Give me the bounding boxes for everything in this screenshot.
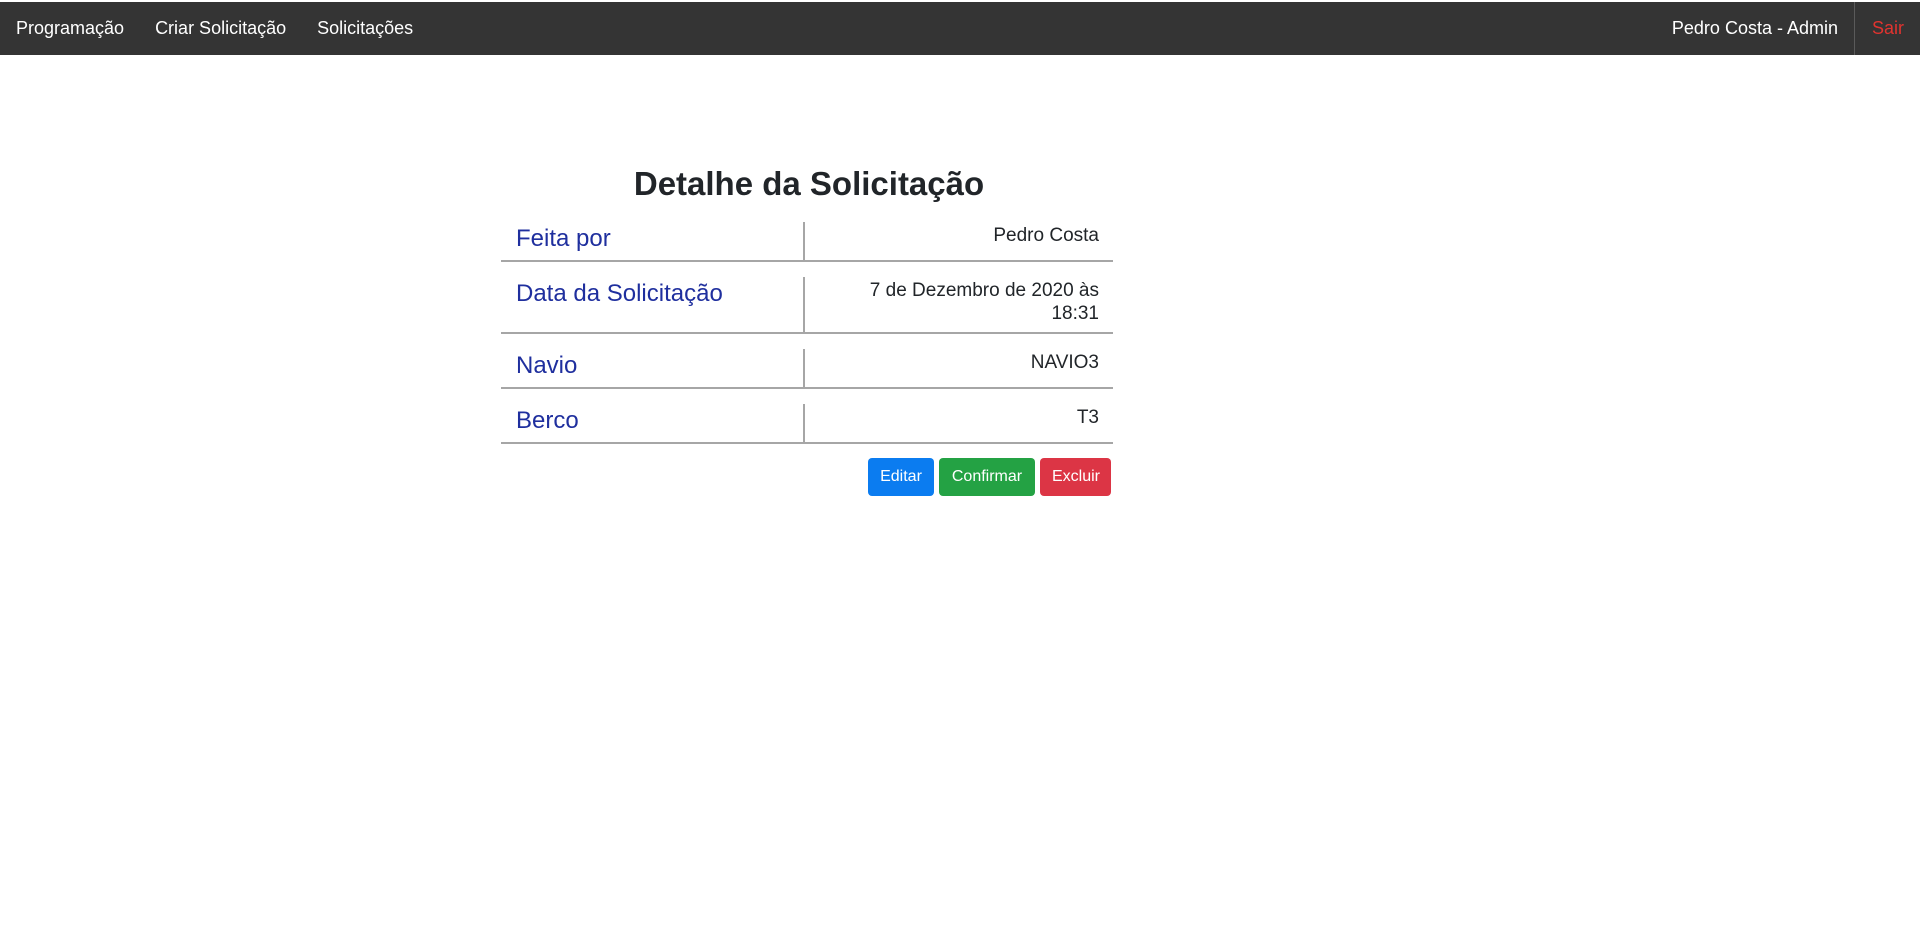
detail-row-berco: Berco T3: [501, 404, 1113, 444]
action-buttons: Editar Confirmar Excluir: [501, 457, 1113, 496]
nav-link-programacao[interactable]: Programação: [16, 18, 124, 39]
page-title: Detalhe da Solicitação: [501, 165, 984, 203]
detail-label: Berco: [501, 404, 805, 442]
top-navbar: Programação Criar Solicitação Solicitaçõ…: [0, 2, 1920, 55]
detail-label: Navio: [501, 349, 805, 388]
nav-user-area: Pedro Costa - Admin Sair: [1672, 2, 1920, 55]
nav-links: Programação Criar Solicitação Solicitaçõ…: [0, 2, 444, 55]
detail-label: Data da Solicitação: [501, 276, 805, 333]
detail-value: T3: [1076, 407, 1099, 429]
confirm-button[interactable]: Confirmar: [939, 457, 1035, 496]
page-title-text: Detalhe da Solicitação: [633, 165, 985, 202]
edit-button[interactable]: Editar: [868, 457, 934, 496]
detail-table: Feita por Pedro Costa Data da Solicitaçã…: [501, 221, 1113, 444]
delete-button[interactable]: Excluir: [1040, 457, 1111, 496]
detail-value: 7 de Dezembro de 2020 às 18:31: [805, 277, 1113, 333]
detail-value-text: 7 de Dezembro de 2020 às 18:31: [869, 279, 1099, 325]
nav-link-criar-solicitacao[interactable]: Criar Solicitação: [155, 18, 286, 39]
logout-link[interactable]: Sair: [1853, 2, 1920, 55]
detail-row-data-solicitacao: Data da Solicitação 7 de Dezembro de 202…: [501, 276, 1113, 335]
detail-value: Pedro Costa: [993, 224, 1099, 246]
nav-link-solicitacoes[interactable]: Solicitações: [317, 18, 413, 39]
main-content: Detalhe da Solicitação Feita por Pedro C…: [501, 165, 1113, 496]
current-user-label: Pedro Costa - Admin: [1671, 18, 1838, 38]
detail-value: NAVIO3: [1030, 352, 1099, 374]
detail-row-navio: Navio NAVIO3: [501, 349, 1113, 390]
detail-label: Feita por: [501, 221, 805, 260]
detail-row-feita-por: Feita por Pedro Costa: [501, 221, 1113, 262]
